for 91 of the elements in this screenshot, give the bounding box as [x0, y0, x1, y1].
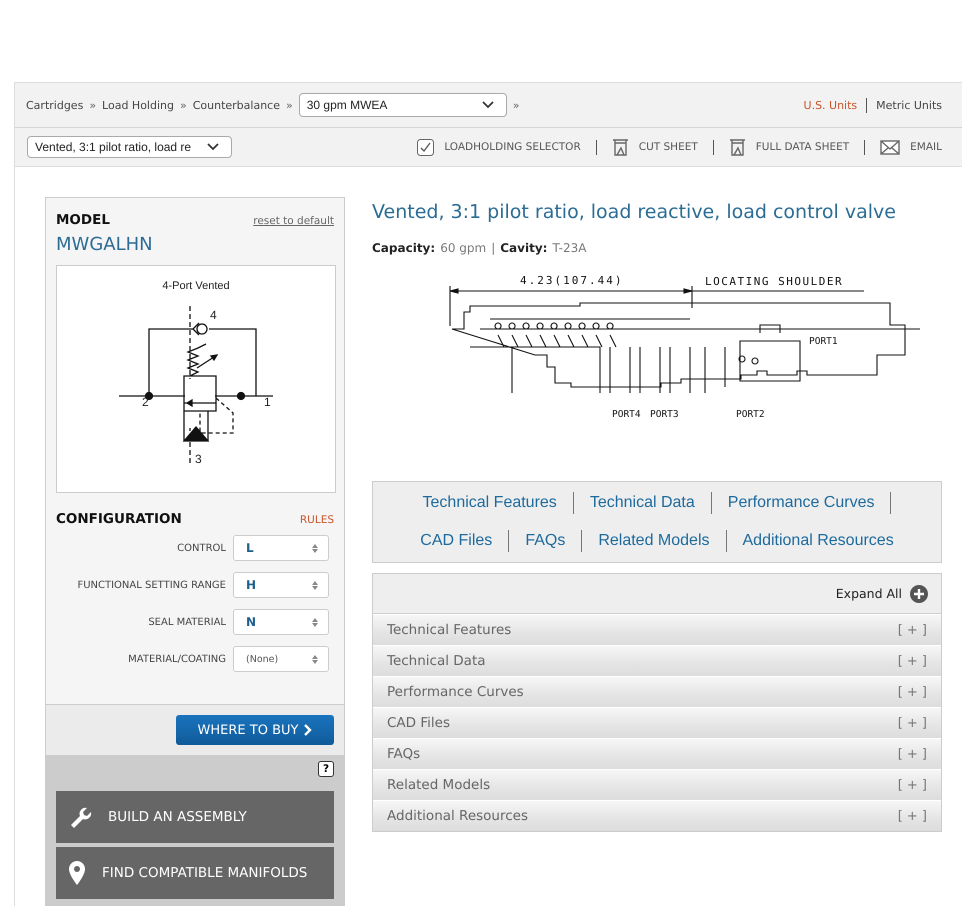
dimension-label: 4.23(107.44)	[520, 274, 624, 287]
accordion-title: Technical Features	[387, 622, 512, 638]
accordion-row[interactable]: Related Models [ + ]	[373, 769, 941, 800]
port-label: PORT2	[736, 409, 765, 420]
spec-value: T-23A	[552, 241, 586, 255]
accordion-row[interactable]: Technical Data [ + ]	[373, 645, 941, 676]
schematic-title: 4-Port Vented	[162, 280, 230, 292]
units-link[interactable]: Metric Units	[876, 98, 942, 112]
sort-arrows-icon	[312, 580, 318, 590]
model-select[interactable]: 30 gpm MWEA	[298, 93, 507, 117]
section-link[interactable]: CAD Files	[420, 532, 492, 550]
location-pin-icon	[68, 861, 86, 885]
accordion-title: CAD Files	[387, 715, 450, 731]
accordion-row[interactable]: Performance Curves [ + ]	[373, 676, 941, 707]
action-button[interactable]: BUILD AN ASSEMBLY	[56, 791, 334, 843]
accordion-row[interactable]: CAD Files [ + ]	[373, 707, 941, 738]
expand-toggle[interactable]: [ + ]	[898, 716, 927, 730]
port-label: 1	[264, 395, 271, 409]
product-title: Vented, 3:1 pilot ratio, load reactive, load control valve	[372, 201, 897, 223]
option-select[interactable]: (None)	[233, 646, 329, 672]
toolbar-link[interactable]: LOADHOLDING SELECTOR	[444, 141, 581, 153]
toolbar-link[interactable]: FULL DATA SHEET	[756, 141, 850, 153]
field-label: FUNCTIONAL SETTING RANGE	[77, 580, 226, 590]
sort-arrows-icon	[312, 544, 318, 552]
section-link[interactable]: Technical Data	[590, 494, 695, 512]
expand-toggle[interactable]: [ + ]	[898, 808, 927, 824]
spec-separator: |	[491, 241, 496, 255]
accordion-title: FAQs	[387, 746, 420, 762]
breadcrumb-separator: »	[89, 98, 96, 112]
section-link[interactable]: Performance Curves	[728, 494, 874, 512]
chevron-down-icon	[207, 143, 219, 151]
breadcrumb-separator: »	[180, 98, 187, 112]
breadcrumb-link[interactable]: Load Holding	[102, 98, 174, 112]
checkbox-icon	[417, 138, 434, 156]
document-icon	[728, 138, 746, 156]
breadcrumb-separator: »	[512, 98, 520, 112]
variant-select[interactable]: Vented, 3:1 pilot ratio, load re	[27, 136, 232, 158]
section-link[interactable]: Related Models	[598, 532, 710, 550]
port-label: PORT3	[650, 409, 679, 420]
expand-toggle[interactable]: [ + ]	[898, 746, 927, 762]
section-link[interactable]: Additional Resources	[742, 532, 894, 550]
sort-arrows-icon	[312, 654, 318, 664]
port-label: 2	[142, 395, 149, 409]
accordion-row[interactable]: Technical Features [ + ]	[373, 614, 941, 645]
accordion-row[interactable]: Additional Resources [ + ]	[373, 800, 941, 831]
envelope-icon	[880, 140, 900, 154]
where-to-buy-button[interactable]: WHERE TO BUY	[176, 715, 334, 745]
port-label: 4	[210, 308, 217, 322]
spec-value: 60 gpm	[440, 241, 486, 255]
option-select[interactable]: N	[233, 609, 329, 635]
breadcrumb-link[interactable]: Counterbalance	[192, 98, 280, 112]
sort-arrows-icon	[312, 618, 318, 626]
option-select[interactable]: L	[233, 535, 329, 561]
spec-label: Capacity:	[372, 241, 436, 255]
accordion-title: Technical Data	[387, 653, 486, 669]
units-link[interactable]: U.S. Units	[804, 98, 858, 112]
accordion-title: Additional Resources	[387, 808, 528, 824]
port-label: PORT4	[612, 409, 641, 420]
rules-link[interactable]: RULES	[300, 514, 334, 526]
toolbar-link[interactable]: EMAIL	[910, 141, 942, 153]
action-button[interactable]: FIND COMPATIBLE MANIFOLDS	[56, 847, 334, 899]
shoulder-label: LOCATING SHOULDER	[705, 275, 844, 288]
plus-circle-icon	[910, 584, 928, 602]
section-link[interactable]: FAQs	[525, 532, 566, 550]
accordion-row[interactable]: FAQs [ + ]	[373, 738, 941, 769]
document-icon	[612, 138, 629, 156]
model-code: MWGALHN	[55, 233, 154, 255]
accordion-title: Performance Curves	[387, 684, 524, 700]
field-label: MATERIAL/COATING	[128, 654, 226, 664]
configuration-heading: CONFIGURATION	[56, 511, 182, 527]
port-label: 3	[195, 452, 202, 466]
option-select[interactable]: H	[233, 572, 329, 598]
section-link[interactable]: Technical Features	[422, 494, 557, 512]
expand-toggle[interactable]: [ + ]	[898, 684, 927, 700]
model-heading: MODEL	[56, 212, 110, 228]
spec-label: Cavity:	[500, 241, 548, 255]
port-label: PORT1	[809, 336, 838, 347]
expand-toggle[interactable]: [ + ]	[898, 778, 927, 792]
accordion-title: Related Models	[387, 777, 490, 793]
field-label: CONTROL	[177, 542, 226, 554]
expand-toggle[interactable]: [ + ]	[898, 622, 927, 638]
reset-link[interactable]: reset to default	[253, 215, 334, 227]
help-button[interactable]: ?	[318, 761, 334, 777]
breadcrumb-separator: »	[286, 98, 293, 112]
expand-toggle[interactable]: [ + ]	[898, 654, 927, 668]
field-label: SEAL MATERIAL	[148, 616, 226, 628]
chevron-right-icon	[303, 724, 312, 736]
breadcrumb-link[interactable]: Cartridges	[26, 98, 84, 112]
toolbar-link[interactable]: CUT SHEET	[638, 141, 698, 153]
chevron-down-icon	[482, 101, 494, 109]
expand-all-link[interactable]: Expand All	[836, 586, 902, 601]
